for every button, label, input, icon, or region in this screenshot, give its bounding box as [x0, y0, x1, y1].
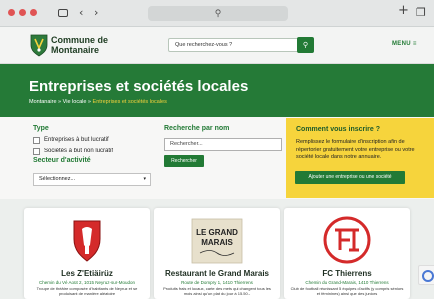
- lock-icon: ⚲: [214, 8, 222, 18]
- address-bar[interactable]: ⚲: [148, 6, 288, 21]
- site-header: Commune de Montanaire Que recherchez-vou…: [0, 27, 434, 64]
- montanaire-logo-icon[interactable]: [30, 33, 48, 57]
- company-card[interactable]: LE GRAND MARAIS Restaurant le Grand Mara…: [154, 208, 280, 299]
- page-title: Entreprises et sociétés locales: [29, 78, 249, 95]
- sector-select-value: Sélectionnez...: [39, 176, 76, 182]
- company-card[interactable]: Les Z'Etiäirüz Chemin du Vé Aoüt 2, 1015…: [24, 208, 150, 299]
- page-hero: Entreprises et sociétés locales Montanai…: [0, 64, 434, 117]
- recaptcha-icon: [422, 270, 434, 282]
- close-window-icon[interactable]: [8, 9, 15, 16]
- name-search-label: Recherche par nom: [164, 125, 230, 132]
- company-address: Route de Dompry 1, 1410 Thierrens: [181, 280, 253, 285]
- new-tab-icon[interactable]: +: [398, 4, 409, 18]
- shield-logo-icon: [73, 220, 101, 262]
- search-icon: ⚲: [302, 41, 309, 49]
- football-club-logo-icon: [323, 216, 371, 264]
- add-company-button[interactable]: Ajouter une entreprise ou une société: [295, 171, 405, 184]
- company-description: Produits frais et locaux, carte des mets…: [163, 286, 271, 296]
- site-name-line-1: Commune de: [51, 35, 109, 45]
- inscription-title: Comment vous inscrire ?: [296, 126, 381, 133]
- sidebar-icon[interactable]: [58, 9, 68, 17]
- checkbox-non-lucratif-label[interactable]: Sociétés à but non lucratif: [44, 148, 113, 155]
- sector-select[interactable]: Sélectionnez... ▾: [33, 173, 151, 186]
- site-search-input[interactable]: Que recherchez-vous ?: [168, 38, 313, 52]
- checkbox-lucratif[interactable]: [33, 137, 40, 144]
- browser-toolbar: ‹ › ⚲ + ❐: [0, 0, 434, 27]
- minimize-window-icon[interactable]: [19, 9, 26, 16]
- site-search-button[interactable]: ⚲: [297, 37, 314, 53]
- breadcrumb-vie-locale[interactable]: Vie locale: [63, 99, 87, 105]
- inscription-text: Remplissez le formulaire d'inscription a…: [296, 139, 415, 160]
- sector-label: Secteur d'activité: [33, 157, 95, 164]
- company-card[interactable]: FC Thierrens Chemin du Grand-Marais, 141…: [284, 208, 410, 299]
- site-name[interactable]: Commune de Montanaire: [51, 35, 108, 55]
- restaurant-logo-text-1: LE GRAND: [196, 228, 238, 237]
- back-icon[interactable]: ‹: [79, 6, 83, 20]
- company-name: FC Thierrens: [322, 269, 372, 278]
- maximize-window-icon[interactable]: [30, 9, 37, 16]
- company-description: Club de football réunissant 5 équipes d'…: [290, 286, 404, 296]
- recaptcha-badge[interactable]: [418, 265, 434, 285]
- restaurant-logo-icon: LE GRAND MARAIS: [191, 218, 243, 264]
- breadcrumb: Montanaire » Vie locale » Entreprises et…: [29, 99, 167, 105]
- company-name: Les Z'Etiäirüz: [61, 269, 113, 278]
- menu-button[interactable]: MENU ≡: [392, 41, 417, 47]
- breadcrumb-current: Entreprises et sociétés locales: [92, 99, 167, 105]
- checkbox-non-lucratif[interactable]: [33, 148, 40, 155]
- search-button[interactable]: Rechercher: [164, 155, 204, 167]
- chevron-down-icon: ▾: [143, 176, 146, 182]
- inscription-box: Comment vous inscrire ? Remplissez le fo…: [286, 118, 434, 198]
- company-address: Chemin du Grand-Marais, 1410 Thierrens: [305, 280, 389, 285]
- company-address: Chemin du Vé Aoüt 2, 1015 Neyruz-sur-Mou…: [38, 280, 136, 285]
- company-name: Restaurant le Grand Marais: [164, 269, 270, 278]
- checkbox-lucratif-label[interactable]: Entreprises à but lucratif: [44, 137, 109, 143]
- type-label: Type: [33, 125, 49, 132]
- site-name-line-2: Montanaire: [51, 45, 100, 55]
- breadcrumb-home[interactable]: Montanaire: [29, 99, 57, 105]
- company-description: Troupe de théâtre composée d'habitants d…: [36, 286, 138, 296]
- restaurant-logo-text-2: MARAIS: [201, 238, 233, 247]
- forward-icon[interactable]: ›: [94, 6, 98, 20]
- tabs-icon[interactable]: ❐: [416, 6, 426, 20]
- name-search-input[interactable]: Rechercher...: [164, 138, 282, 151]
